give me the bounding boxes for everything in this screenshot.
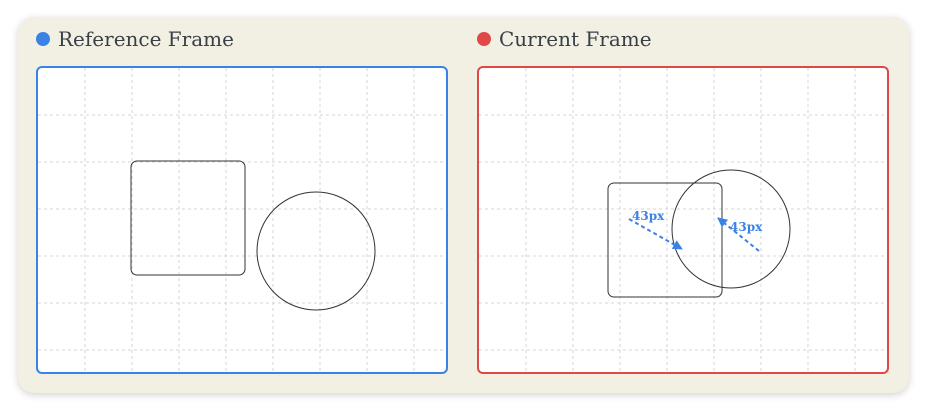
current-color-dot bbox=[477, 32, 491, 46]
current-square bbox=[607, 182, 723, 298]
reference-canvas bbox=[38, 68, 446, 372]
circle-motion-label: 43px bbox=[730, 220, 763, 234]
reference-header: Reference Frame bbox=[36, 27, 234, 51]
reference-square bbox=[130, 160, 246, 276]
current-grid bbox=[479, 68, 887, 372]
reference-color-dot bbox=[36, 32, 50, 46]
current-frame: 43px 43px bbox=[477, 66, 889, 374]
current-canvas: 43px 43px bbox=[479, 68, 887, 372]
reference-grid bbox=[38, 68, 446, 372]
current-header: Current Frame bbox=[477, 27, 652, 51]
reference-frame bbox=[36, 66, 448, 374]
frames-comparison-card: Reference Frame Current Frame 43px 43px bbox=[18, 17, 909, 393]
square-motion-arrow bbox=[628, 218, 683, 250]
reference-title: Reference Frame bbox=[58, 27, 234, 51]
reference-circle bbox=[256, 191, 376, 311]
square-motion-label: 43px bbox=[632, 209, 665, 223]
current-title: Current Frame bbox=[499, 27, 652, 51]
